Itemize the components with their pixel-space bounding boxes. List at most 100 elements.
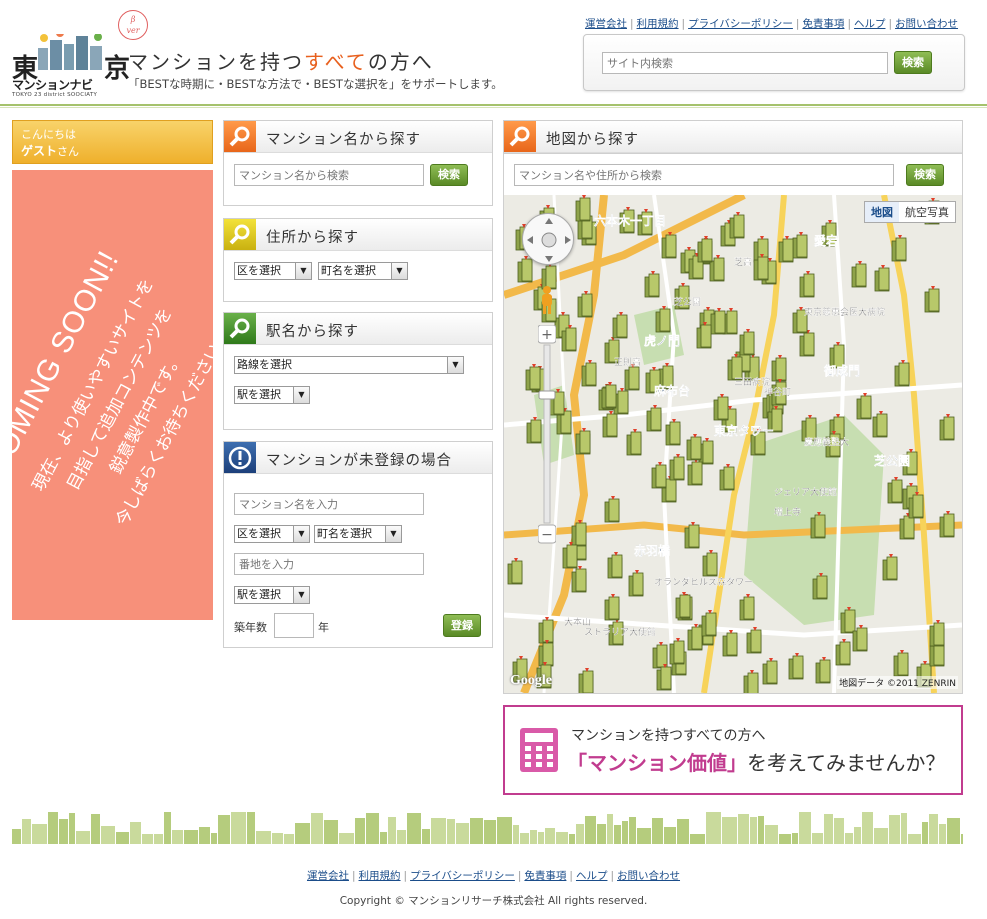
footer-building-shape xyxy=(130,822,141,844)
footer-building-shape xyxy=(339,833,354,844)
footer-building-shape xyxy=(247,812,255,844)
footer-building-shape xyxy=(520,833,529,844)
footer-building-shape xyxy=(311,813,323,844)
footer-building-shape xyxy=(484,820,496,844)
register-station-value: 駅を選択 xyxy=(237,588,281,601)
footer-building-shape xyxy=(901,813,907,844)
nav-terms[interactable]: 利用規約 xyxy=(637,18,679,30)
chevron-down-icon: ▼ xyxy=(385,526,401,542)
footer-disclaimer[interactable]: 免責事項 xyxy=(524,870,566,882)
footer-cityscape xyxy=(12,812,963,844)
magnifier-icon xyxy=(224,313,256,344)
nav-company[interactable]: 運営会社 xyxy=(585,18,627,30)
banner-highlight: 「マンション価値」 xyxy=(567,751,747,775)
map-canvas[interactable]: 六本木一丁目 虎ノ門 麻布台 御成門 芝公園 赤羽橋 愛宕 東京タワー 増上寺 慶應義塾大 東京慈恵… xyxy=(504,195,962,693)
building-age-input[interactable] xyxy=(274,613,314,638)
ward-select[interactable]: 区を選択 ▼ xyxy=(234,262,312,280)
tagline: マンションを持つすべての方へ xyxy=(128,46,434,75)
header-divider-thin xyxy=(0,107,987,108)
footer-building-shape xyxy=(116,832,129,844)
station-select[interactable]: 駅を選択 ▼ xyxy=(234,386,310,404)
footer-building-shape xyxy=(366,813,379,844)
mansion-name-input[interactable] xyxy=(234,164,424,186)
footer-building-shape xyxy=(585,816,596,844)
unregistered-mansion-panel: マンションが未登録の場合 区を選択 ▼ 町名を選択 ▼ 駅を選択 ▼ 築年数 年 登録 xyxy=(223,441,493,648)
footer-building-shape xyxy=(513,825,519,844)
map-search-input[interactable] xyxy=(514,164,894,186)
footer-building-shape xyxy=(284,834,294,844)
site-search-button[interactable]: 検索 xyxy=(894,51,932,74)
footer-terms[interactable]: 利用規約 xyxy=(359,870,401,882)
footer-building-shape xyxy=(22,819,31,844)
panel-title: 地図から探す xyxy=(546,132,639,148)
town-select[interactable]: 町名を選択 ▼ xyxy=(318,262,408,280)
footer-building-shape xyxy=(397,830,406,844)
footer-contact[interactable]: お問い合わせ xyxy=(617,870,680,882)
nav-contact[interactable]: お問い合わせ xyxy=(895,18,958,30)
register-ward-select[interactable]: 区を選択 ▼ xyxy=(234,525,310,543)
register-station-select[interactable]: 駅を選択 ▼ xyxy=(234,586,310,604)
map-place-label: 芝公園 xyxy=(674,296,701,308)
footer-building-shape xyxy=(939,824,946,844)
town-select-value: 町名を選択 xyxy=(321,264,376,277)
footer-building-shape xyxy=(576,824,584,844)
map-drawing: 六本木一丁目虎ノ門麻布台御成門芝公園赤羽橋愛宕東京タワー増上寺慶應義塾大東京慈恵… xyxy=(504,195,962,693)
register-lot-input[interactable] xyxy=(234,553,424,575)
magnifier-icon xyxy=(504,121,536,152)
banner-line-2-post: を考えてみませんか？ xyxy=(747,751,946,775)
footer-company[interactable]: 運営会社 xyxy=(307,870,349,882)
footer-building-shape xyxy=(738,814,749,844)
footer-building-shape xyxy=(758,816,764,844)
map-copyright: 地図データ ©2011 ZENRIN xyxy=(837,676,958,689)
street-view-pegman-icon[interactable] xyxy=(540,285,554,315)
map-panel-header-wrap: 地図から探す xyxy=(503,120,963,154)
footer-building-shape xyxy=(779,834,791,844)
chevron-down-icon: ▼ xyxy=(447,357,463,373)
nav-help[interactable]: ヘルプ xyxy=(854,18,886,30)
footer-help[interactable]: ヘルプ xyxy=(576,870,608,882)
logo-text-navi: マンションナビ xyxy=(12,78,93,92)
mansion-value-banner[interactable]: マンションを持つすべての方へ 「マンション価値」を考えてみませんか？ xyxy=(503,705,963,795)
map-place-label: 六本木一丁目 xyxy=(594,213,666,228)
map-pan-control[interactable] xyxy=(522,213,574,265)
footer-building-shape xyxy=(597,824,606,844)
footer-building-shape xyxy=(622,821,628,844)
footer-building-shape xyxy=(231,812,246,844)
footer-privacy[interactable]: プライバシーポリシー xyxy=(410,870,515,882)
footer-building-shape xyxy=(629,817,636,844)
nav-disclaimer[interactable]: 免責事項 xyxy=(802,18,844,30)
register-town-select[interactable]: 町名を選択 ▼ xyxy=(314,525,402,543)
svg-text:−: − xyxy=(541,527,553,543)
map-place-label: 芝高 xyxy=(734,256,752,268)
header-nav: 運営会社 | 利用規約 | プライバシーポリシー | 免責事項 | ヘルプ | お問い合わせ xyxy=(585,18,959,30)
line-select[interactable]: 路線を選択 ▼ xyxy=(234,356,464,374)
nav-privacy[interactable]: プライバシーポリシー xyxy=(688,18,793,30)
tagline-accent: すべて xyxy=(304,50,368,74)
ward-select-value: 区を選択 xyxy=(237,264,281,277)
info-icon xyxy=(224,442,256,473)
register-town-value: 町名を選択 xyxy=(317,527,372,540)
panel-title: マンションが未登録の場合 xyxy=(266,453,452,469)
map-zoom-control[interactable]: + − xyxy=(537,324,557,545)
mansion-name-search-button[interactable]: 検索 xyxy=(430,164,468,186)
footer-building-shape xyxy=(862,812,873,844)
site-search-input[interactable] xyxy=(602,52,888,74)
footer-building-shape xyxy=(677,819,689,844)
tagline-pre: マンションを持つ xyxy=(128,50,304,74)
register-name-input[interactable] xyxy=(234,493,424,515)
footer-building-shape xyxy=(637,828,651,844)
map-search-panel: 地図から探す 検索 六本木一丁目虎ノ門麻布台御成門芝公園赤羽橋愛宕東京タワー増上… xyxy=(503,120,963,694)
search-by-name-panel: マンション名から探す 検索 xyxy=(223,120,493,206)
map-search-button[interactable]: 検索 xyxy=(906,164,944,186)
guest-suffix: さん xyxy=(57,145,80,158)
map-type-satellite-button[interactable]: 航空写真 xyxy=(899,202,955,222)
footer-building-shape xyxy=(380,832,387,844)
map-place-label: 東京慈恵会医大病院 xyxy=(804,306,885,318)
pan-arrows-icon xyxy=(527,218,571,262)
register-button[interactable]: 登録 xyxy=(443,614,481,637)
calculator-icon xyxy=(520,728,558,772)
map-type-map-button[interactable]: 地図 xyxy=(865,202,899,222)
site-logo[interactable]: 東 京 マンションナビ TOKYO 23 district SOOCIATY xyxy=(12,12,130,98)
footer-building-shape xyxy=(664,827,676,844)
footer-building-shape xyxy=(142,834,153,844)
